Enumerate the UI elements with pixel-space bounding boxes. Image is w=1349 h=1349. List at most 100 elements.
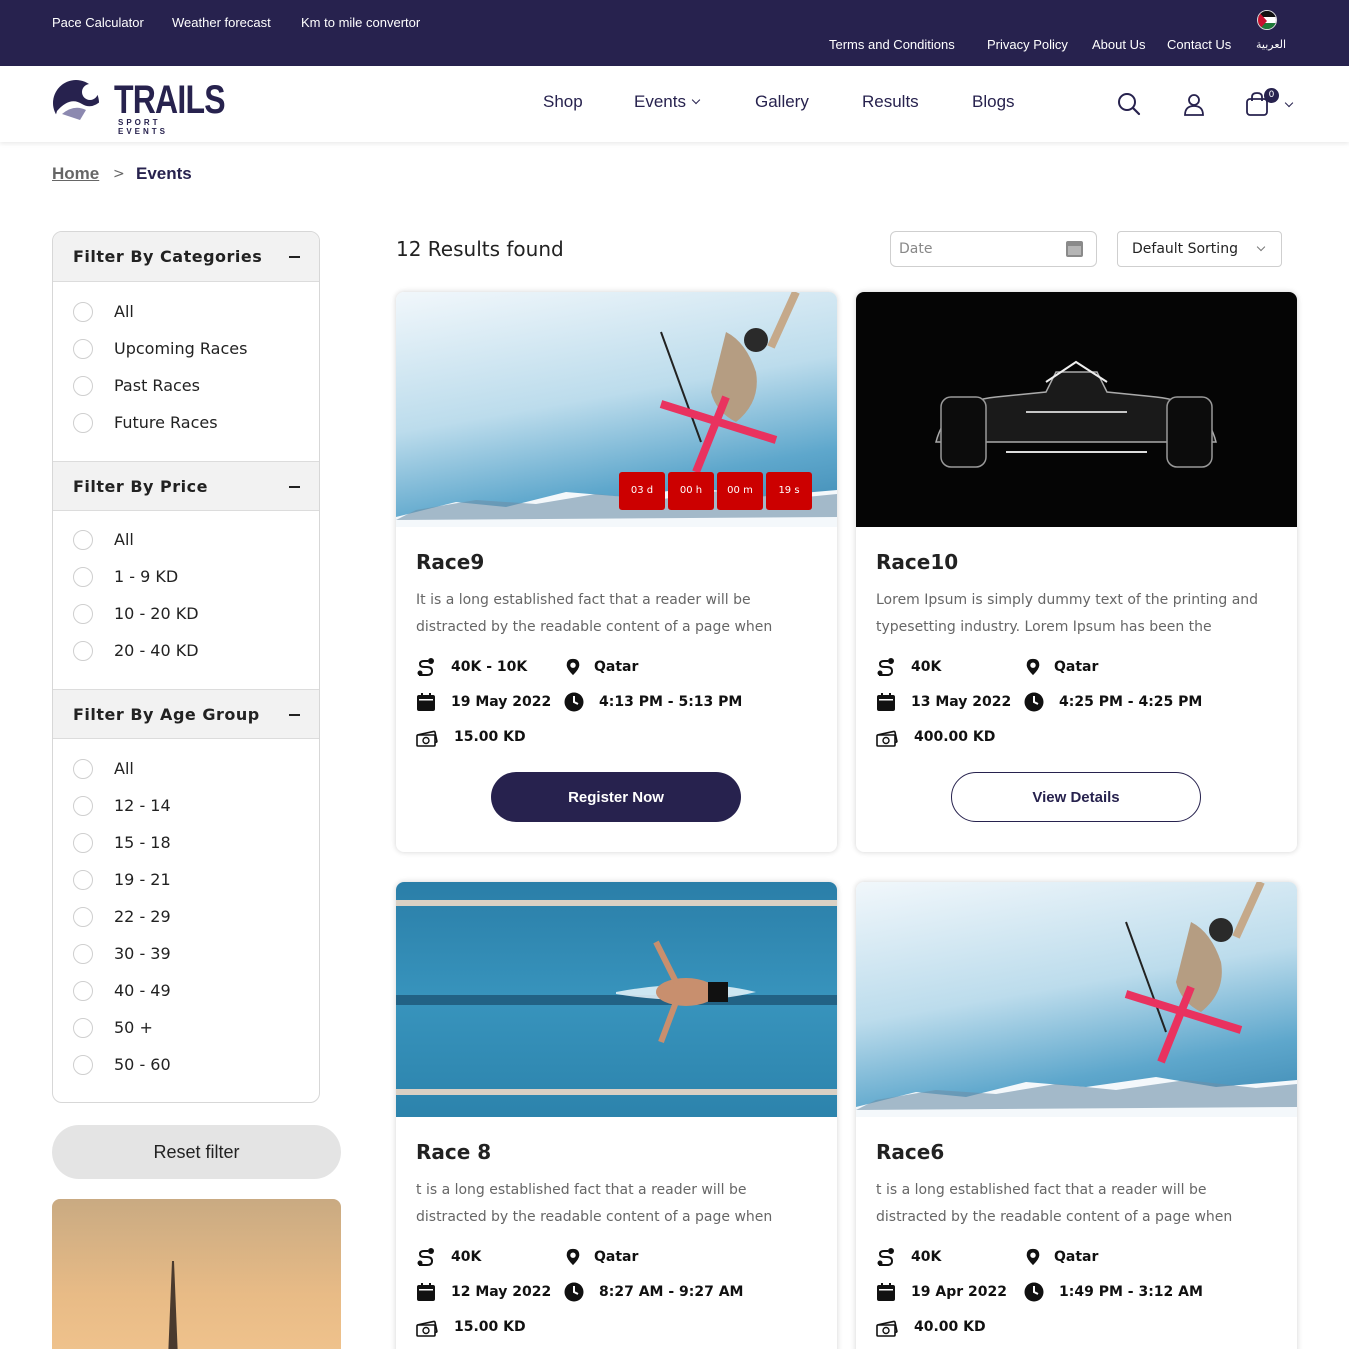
age-filter-header[interactable]: Filter By Age Group bbox=[53, 689, 319, 739]
date-input[interactable] bbox=[899, 239, 1059, 259]
radio-button[interactable] bbox=[73, 1055, 93, 1075]
event-card[interactable]: Race 8 t is a long established fact that… bbox=[396, 882, 837, 1349]
date-filter[interactable] bbox=[890, 231, 1097, 267]
radio-button[interactable] bbox=[73, 981, 93, 1001]
event-image-f1[interactable] bbox=[856, 292, 1297, 527]
event-image-swim[interactable] bbox=[396, 882, 837, 1117]
event-description: t is a long established fact that a read… bbox=[416, 1182, 773, 1225]
event-card[interactable]: Race10 Lorem Ipsum is simply dummy text … bbox=[856, 292, 1297, 852]
nav-events[interactable]: Events bbox=[634, 92, 701, 112]
top-bar: Pace Calculator Weather forecast Km to m… bbox=[0, 0, 1349, 66]
location-pin-icon bbox=[1024, 657, 1042, 677]
calendar-icon bbox=[416, 692, 436, 712]
results-count: 12 Results found bbox=[396, 237, 564, 261]
event-title[interactable]: Race9 bbox=[416, 550, 484, 574]
event-price: 15.00 KD bbox=[454, 729, 526, 745]
option-label: 20 - 40 KD bbox=[114, 641, 199, 660]
money-icon bbox=[876, 1317, 898, 1337]
route-icon bbox=[416, 1247, 436, 1267]
countdown-hours: 00 h bbox=[668, 472, 714, 510]
countdown-seconds: 19 s bbox=[766, 472, 812, 510]
calendar-icon bbox=[876, 692, 896, 712]
radio-button[interactable] bbox=[73, 604, 93, 624]
location-pin-icon bbox=[564, 657, 582, 677]
km-to-mile-link[interactable]: Km to mile convertor bbox=[301, 15, 420, 30]
categories-filter-title: Filter By Categories bbox=[73, 247, 263, 266]
event-title[interactable]: Race6 bbox=[876, 1140, 944, 1164]
event-location: Qatar bbox=[594, 659, 639, 675]
event-date: 19 Apr 2022 bbox=[911, 1284, 1007, 1300]
flag-icon[interactable] bbox=[1257, 10, 1277, 30]
radio-button[interactable] bbox=[73, 376, 93, 396]
radio-button[interactable] bbox=[73, 567, 93, 587]
search-icon[interactable] bbox=[1117, 92, 1141, 116]
user-icon[interactable] bbox=[1182, 92, 1206, 116]
collapse-icon[interactable] bbox=[289, 256, 300, 258]
radio-button[interactable] bbox=[73, 530, 93, 550]
event-time: 4:25 PM - 4:25 PM bbox=[1059, 694, 1203, 710]
event-image-ski[interactable]: 03 d 00 h 00 m 19 s bbox=[396, 292, 837, 527]
radio-button[interactable] bbox=[73, 339, 93, 359]
radio-button[interactable] bbox=[73, 759, 93, 779]
radio-button[interactable] bbox=[73, 796, 93, 816]
event-description: Lorem Ipsum is simply dummy text of the … bbox=[876, 592, 1259, 635]
breadcrumb-separator: > bbox=[113, 166, 125, 182]
view-details-button[interactable]: View Details bbox=[951, 772, 1201, 822]
price-filter-header[interactable]: Filter By Price bbox=[53, 461, 319, 511]
event-image-ski[interactable] bbox=[856, 882, 1297, 1117]
clock-icon bbox=[1024, 1282, 1044, 1302]
tower-image bbox=[168, 1261, 178, 1349]
sort-select[interactable]: Default Sorting bbox=[1117, 231, 1282, 267]
route-icon bbox=[876, 657, 896, 677]
reset-filter-button[interactable]: Reset filter bbox=[52, 1125, 341, 1179]
main-header: TRAILS SPORT EVENTS Shop Events Gallery … bbox=[0, 66, 1349, 142]
radio-button[interactable] bbox=[73, 870, 93, 890]
radio-button[interactable] bbox=[73, 413, 93, 433]
language-switch[interactable]: العربية bbox=[1256, 38, 1286, 51]
race-car-image bbox=[935, 360, 1217, 468]
pace-calculator-link[interactable]: Pace Calculator bbox=[52, 15, 144, 30]
cart-chevron-down-icon[interactable] bbox=[1284, 98, 1294, 108]
route-icon bbox=[416, 657, 436, 677]
event-distance: 40K - 10K bbox=[451, 659, 528, 675]
option-label: Upcoming Races bbox=[114, 339, 248, 358]
contact-link[interactable]: Contact Us bbox=[1167, 37, 1231, 52]
event-date: 12 May 2022 bbox=[451, 1284, 552, 1300]
nav-results[interactable]: Results bbox=[862, 92, 919, 112]
nav-blogs[interactable]: Blogs bbox=[972, 92, 1015, 112]
promo-image[interactable] bbox=[52, 1199, 341, 1349]
register-now-button[interactable]: Register Now bbox=[491, 772, 741, 822]
event-card[interactable]: Race6 t is a long established fact that … bbox=[856, 882, 1297, 1349]
option-label: 19 - 21 bbox=[114, 870, 171, 889]
breadcrumb-home[interactable]: Home bbox=[52, 164, 99, 184]
option-label: 50 + bbox=[114, 1018, 153, 1037]
event-card[interactable]: 03 d 00 h 00 m 19 s Race9 It is a long e… bbox=[396, 292, 837, 852]
event-distance: 40K bbox=[911, 659, 942, 675]
nav-gallery[interactable]: Gallery bbox=[755, 92, 809, 112]
categories-filter-header[interactable]: Filter By Categories bbox=[53, 232, 319, 282]
radio-button[interactable] bbox=[73, 833, 93, 853]
weather-forecast-link[interactable]: Weather forecast bbox=[172, 15, 271, 30]
radio-button[interactable] bbox=[73, 907, 93, 927]
radio-button[interactable] bbox=[73, 641, 93, 661]
event-price: 40.00 KD bbox=[914, 1319, 986, 1335]
calendar-icon bbox=[416, 1282, 436, 1302]
radio-button[interactable] bbox=[73, 302, 93, 322]
privacy-link[interactable]: Privacy Policy bbox=[987, 37, 1068, 52]
radio-button[interactable] bbox=[73, 1018, 93, 1038]
filter-sidebar: Filter By Categories All Upcoming Races … bbox=[52, 231, 320, 1103]
event-title[interactable]: Race10 bbox=[876, 550, 958, 574]
collapse-icon[interactable] bbox=[289, 486, 300, 488]
route-icon bbox=[876, 1247, 896, 1267]
collapse-icon[interactable] bbox=[289, 714, 300, 716]
location-pin-icon bbox=[564, 1247, 582, 1267]
radio-button[interactable] bbox=[73, 944, 93, 964]
about-link[interactable]: About Us bbox=[1092, 37, 1145, 52]
terms-link[interactable]: Terms and Conditions bbox=[829, 37, 955, 52]
event-price: 15.00 KD bbox=[454, 1319, 526, 1335]
calendar-icon[interactable] bbox=[1066, 241, 1083, 257]
event-location: Qatar bbox=[594, 1249, 639, 1265]
nav-shop[interactable]: Shop bbox=[543, 92, 583, 112]
event-title[interactable]: Race 8 bbox=[416, 1140, 491, 1164]
logo[interactable]: TRAILS SPORT EVENTS bbox=[52, 78, 226, 136]
